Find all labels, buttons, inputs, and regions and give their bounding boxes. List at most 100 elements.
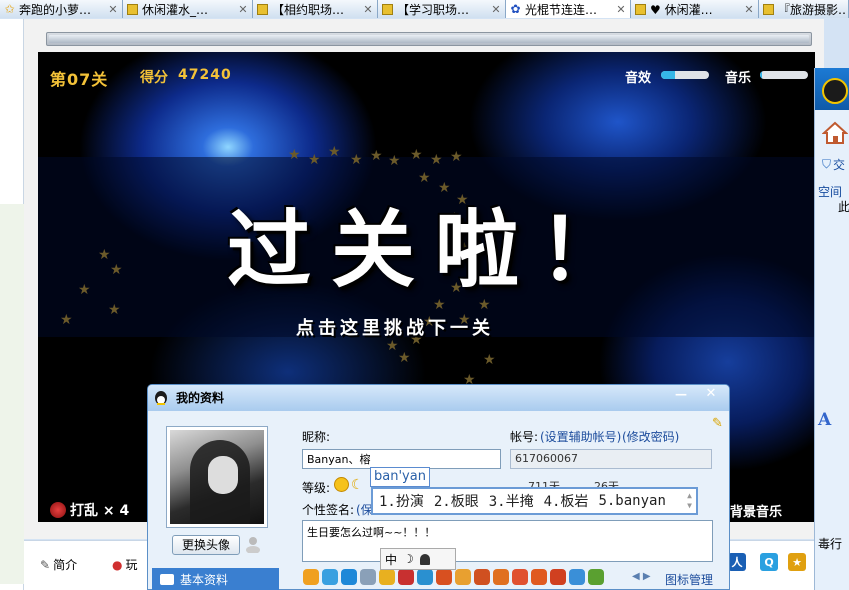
star-icon: ★: [370, 148, 383, 164]
browser-tab[interactable]: 【相约职场… ✕: [253, 0, 378, 18]
house-icon[interactable]: [550, 569, 566, 585]
icon-scroll-arrows[interactable]: ◀ ▶: [632, 571, 651, 582]
photo-icon[interactable]: [417, 569, 433, 585]
clover-icon[interactable]: [588, 569, 604, 585]
font-icon[interactable]: A: [818, 410, 831, 430]
qq-panel-item-3: 此: [838, 200, 849, 214]
star-icon: ★: [328, 144, 341, 160]
qq-penguin-icon[interactable]: [822, 78, 848, 104]
close-button[interactable]: ✕: [700, 386, 722, 402]
ime-mode-toggle[interactable]: 中: [385, 551, 397, 568]
ime-page-arrows-icon[interactable]: ▲ ▼: [687, 491, 692, 511]
tab-close-icon[interactable]: ✕: [107, 3, 119, 16]
browser-tab[interactable]: 【学习职场… ✕: [378, 0, 506, 18]
level-indicator: 第07关: [50, 70, 109, 89]
browser-tab[interactable]: 休闲灌水_… ✕: [123, 0, 253, 18]
paw-icon: ✿: [510, 2, 521, 16]
change-avatar-button[interactable]: 更换头像: [172, 535, 240, 555]
ime-candidate[interactable]: 5.banyan: [598, 493, 665, 509]
sound-effects-slider[interactable]: [661, 71, 709, 79]
service-icon-row: [303, 569, 604, 585]
gift-icon[interactable]: [398, 569, 414, 585]
avatar-history-icon[interactable]: [244, 535, 262, 554]
browser-tab[interactable]: ✩ 奔跑的小萝… ✕: [0, 0, 123, 18]
star-icon: ★: [108, 302, 121, 318]
bookmark-icon: [256, 3, 269, 16]
nav-intro-label: 简介: [53, 558, 78, 572]
dialog-title: 我的资料: [176, 391, 225, 405]
nav-play-link[interactable]: ● 玩: [112, 556, 138, 573]
background-music-button[interactable]: 背景音乐: [730, 501, 782, 520]
qq-show-icon[interactable]: [303, 569, 319, 585]
mail-box-icon[interactable]: [379, 569, 395, 585]
star-icon: ★: [418, 170, 431, 186]
ime-candidate[interactable]: 1.扮演: [379, 491, 424, 511]
people-icon[interactable]: 人: [728, 553, 746, 571]
nav-basic-info-tab[interactable]: 基本资料: [152, 568, 279, 590]
browser-tab[interactable]: 『旅游摄影…: [759, 0, 849, 18]
shuffle-label: 打乱 × 4: [70, 503, 130, 519]
star-icon: ★: [98, 247, 111, 263]
qq-panel-item-1-label: 交: [833, 158, 846, 172]
shuffle-button[interactable]: 打乱 × 4: [50, 500, 129, 520]
tab-close-icon[interactable]: ✕: [237, 3, 249, 16]
minimize-button[interactable]: —: [673, 387, 689, 401]
loading-bar-fill: [49, 35, 809, 43]
bookmark-icon: [381, 3, 394, 16]
game-icon[interactable]: [474, 569, 490, 585]
ime-candidate[interactable]: 3.半掩: [489, 491, 534, 511]
dialog-titlebar[interactable]: [148, 385, 729, 411]
music-slider[interactable]: [760, 71, 808, 79]
ime-composition: ban'yan: [370, 467, 430, 487]
star-icon: ★: [450, 149, 463, 165]
ime-candidate[interactable]: 2.板眼: [434, 491, 479, 511]
home-icon[interactable]: [821, 121, 849, 145]
qq-star-icon[interactable]: ★: [788, 553, 806, 571]
nickname-label: 昵称:: [302, 430, 331, 444]
ime-status-bar[interactable]: 中 ☽: [380, 548, 456, 570]
next-level-button[interactable]: 点击这里挑战下一关: [296, 314, 494, 340]
pencil-icon[interactable]: ✎: [712, 416, 728, 431]
star-icon: ★: [78, 282, 91, 298]
star-icon: ★: [386, 338, 399, 354]
tab-close-icon[interactable]: ✕: [362, 3, 374, 16]
qq-zone-icon[interactable]: [322, 569, 338, 585]
star-icon: ★: [430, 152, 443, 168]
shield-icon: ⛉: [822, 157, 832, 171]
tab-close-icon[interactable]: ✕: [615, 3, 627, 16]
qq-space-icon[interactable]: [341, 569, 357, 585]
set-aux-account-link[interactable]: (设置辅助帐号): [540, 428, 621, 445]
camera-icon[interactable]: [569, 569, 585, 585]
change-password-link[interactable]: (修改密码): [622, 428, 679, 445]
nav-play-label: 玩: [125, 558, 138, 572]
star-icon: ★: [388, 153, 401, 169]
qq-panel-item-1[interactable]: ⛉ 交: [822, 156, 845, 173]
signature-field[interactable]: 生日要怎么过啊~~！！！: [302, 520, 713, 562]
tab-close-icon[interactable]: ✕: [490, 3, 502, 16]
nickname-field[interactable]: [302, 449, 501, 469]
music-icon[interactable]: [512, 569, 528, 585]
browser-tab[interactable]: ♥ 休闲灌… ✕: [631, 0, 759, 18]
pet-icon[interactable]: [455, 569, 471, 585]
qq-service-icon[interactable]: Q: [760, 553, 778, 571]
sound-effects-label: 音效: [625, 71, 652, 86]
nav-intro-link[interactable]: ✎ 简介: [40, 556, 77, 573]
ime-candidate[interactable]: 4.板岩: [544, 491, 589, 511]
tab-title: 光棍节连连…: [525, 2, 598, 17]
flame-icon[interactable]: [531, 569, 547, 585]
tab-close-icon[interactable]: ✕: [743, 3, 755, 16]
mail-icon[interactable]: [360, 569, 376, 585]
ime-user-icon[interactable]: [419, 553, 430, 565]
icon-manager-link[interactable]: 图标管理: [665, 571, 713, 588]
ime-candidate-list[interactable]: 1.扮演 2.板眼 3.半掩 4.板岩 5.banyan ▲ ▼: [371, 487, 698, 515]
score-value: 47240: [178, 67, 232, 83]
avatar-game-icon[interactable]: [493, 569, 509, 585]
qq-level-icons: ☾: [334, 477, 364, 493]
ime-halfwidth-toggle[interactable]: ☽: [403, 552, 414, 566]
tab-title: 奔跑的小萝…: [19, 2, 92, 17]
tab-title: 【相约职场…: [272, 2, 345, 17]
shuffle-icon: [50, 502, 66, 518]
score-label: 得分: [140, 70, 168, 86]
storage-icon[interactable]: [436, 569, 452, 585]
browser-tab[interactable]: ✿ 光棍节连连… ✕: [506, 0, 631, 18]
